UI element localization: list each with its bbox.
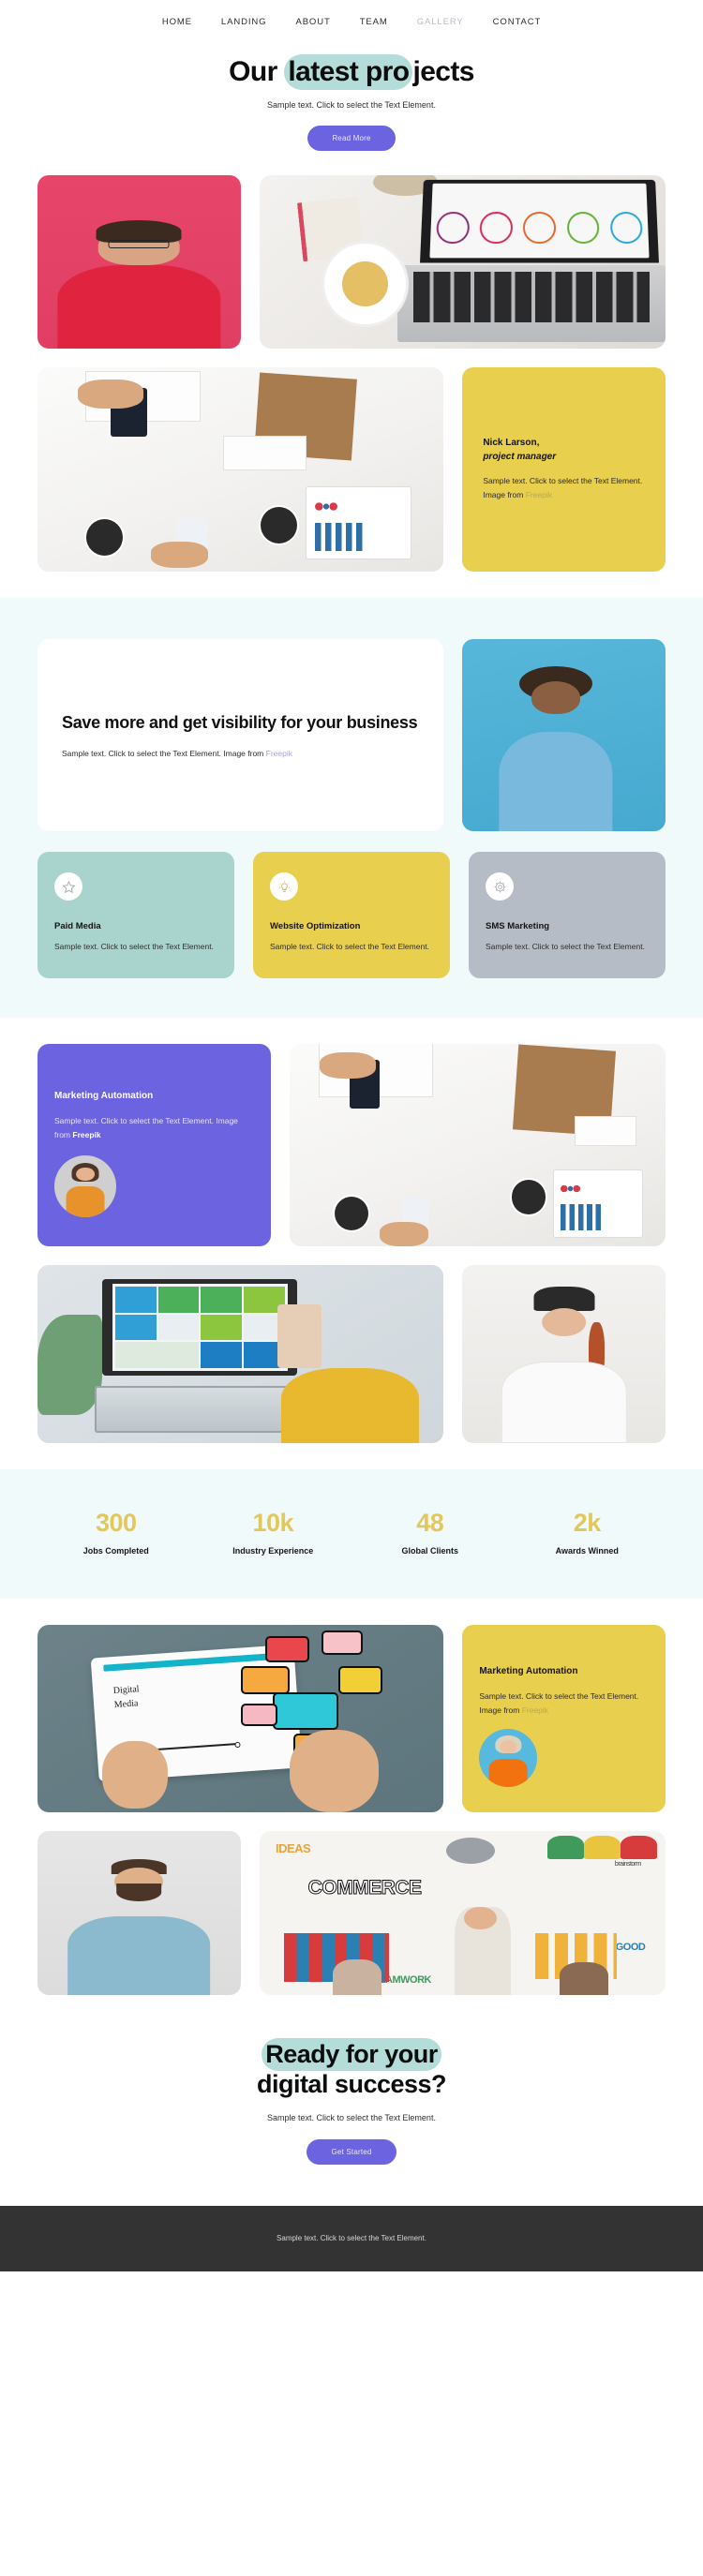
- gallery-two-row-2: [37, 1265, 666, 1444]
- save-more-title: Save more and get visibility for your bu…: [62, 713, 418, 733]
- freepik-link[interactable]: Freepik: [526, 490, 552, 499]
- gallery-three: Digital Media Marketing Automation Sampl…: [0, 1625, 703, 1996]
- main-navigation: HOME LANDING ABOUT TEAM GALLERY CONTACT: [0, 0, 703, 43]
- feature-body: Sample text. Click to select the Text El…: [486, 942, 645, 952]
- image-commerce-whiteboard[interactable]: IDEAS COMMERCE TEAMWORK GOOD brainstorm: [259, 1831, 666, 1996]
- spacer-3: [0, 1443, 703, 1470]
- feature-card-website-optimization[interactable]: Website Optimization Sample text. Click …: [253, 852, 450, 979]
- footer-text: Sample text. Click to select the Text El…: [277, 2234, 426, 2243]
- feature-body: Sample text. Click to select the Text El…: [54, 942, 214, 952]
- image-team-desk-overhead-2[interactable]: [290, 1044, 666, 1247]
- ma2-title: Marketing Automation: [479, 1666, 578, 1677]
- cta-title-line2: digital success?: [256, 2069, 447, 2098]
- avatar: [54, 1154, 116, 1217]
- nick-body: Sample text. Click to select the Text El…: [483, 476, 643, 500]
- image-team-desk-overhead[interactable]: [37, 367, 444, 573]
- hero-title-highlight: latest pro: [284, 54, 413, 90]
- footer: Sample text. Click to select the Text El…: [0, 2205, 703, 2271]
- feature-card-sms-marketing[interactable]: SMS Marketing Sample text. Click to sele…: [469, 852, 666, 979]
- stats-section: 300 Jobs Completed 10k Industry Experien…: [0, 1469, 703, 1600]
- hero-title-pre: Our: [229, 56, 285, 87]
- image-laptop-marketing[interactable]: [259, 175, 666, 350]
- freepik-link[interactable]: Freepik: [522, 1705, 548, 1715]
- spacer-4: [0, 1599, 703, 1626]
- stat-label: Awards Winned: [555, 1546, 619, 1556]
- features-grid: Paid Media Sample text. Click to select …: [37, 852, 666, 979]
- lightbulb-icon: [270, 872, 298, 901]
- ma-title: Marketing Automation: [54, 1091, 154, 1102]
- nick-name: Nick Larson,: [483, 438, 540, 449]
- stat-value: 2k: [573, 1509, 602, 1538]
- cta-title-highlight: Ready for your: [262, 2038, 441, 2072]
- gallery-three-row-2: IDEAS COMMERCE TEAMWORK GOOD brainstorm: [37, 1831, 666, 1996]
- spacer-2: [0, 1018, 703, 1045]
- image-woman-blue-turtleneck[interactable]: [462, 639, 666, 832]
- stat-industry-experience: 10k Industry Experience: [195, 1509, 352, 1556]
- stat-value: 300: [95, 1509, 137, 1538]
- stat-value: 10k: [252, 1509, 294, 1538]
- gallery-two-row-1: Marketing Automation Sample text. Click …: [37, 1044, 666, 1247]
- get-started-button[interactable]: Get Started: [307, 2138, 396, 2165]
- whiteboard-word-commerce: COMMERCE: [307, 1877, 422, 1899]
- image-bearded-man[interactable]: [37, 1831, 241, 1996]
- stat-label: Jobs Completed: [82, 1546, 149, 1556]
- image-laptop-dashboard[interactable]: [37, 1265, 444, 1444]
- feature-title: Website Optimization: [270, 921, 361, 932]
- freepik-link[interactable]: Freepik: [72, 1130, 100, 1139]
- avatar: [479, 1728, 538, 1787]
- gallery-one-row-1: [37, 175, 666, 350]
- save-more-body: Sample text. Click to select the Text El…: [62, 749, 266, 759]
- stat-label: Global Clients: [401, 1546, 458, 1556]
- whiteboard-word-ideas: IDEAS: [275, 1840, 311, 1855]
- feature-title: Paid Media: [54, 921, 101, 932]
- cta-subtitle: Sample text. Click to select the Text El…: [267, 2112, 436, 2122]
- nick-role: project manager: [483, 451, 557, 462]
- feature-body: Sample text. Click to select the Text El…: [270, 942, 429, 952]
- save-more-card: Save more and get visibility for your bu…: [37, 639, 444, 832]
- feature-title: SMS Marketing: [486, 921, 550, 932]
- page-title: Our latest pro jects: [0, 54, 703, 90]
- stat-jobs-completed: 300 Jobs Completed: [37, 1509, 195, 1556]
- gallery-two: Marketing Automation Sample text. Click …: [0, 1044, 703, 1444]
- stat-label: Industry Experience: [232, 1546, 314, 1556]
- nav-item-team[interactable]: TEAM: [360, 17, 388, 27]
- nav-item-about[interactable]: ABOUT: [295, 17, 330, 27]
- stat-awards-winned: 2k Awards Winned: [509, 1509, 666, 1556]
- spacer-1: [0, 572, 703, 599]
- gallery-three-row-1: Digital Media Marketing Automation Sampl…: [37, 1625, 666, 1813]
- nav-item-contact[interactable]: CONTACT: [493, 17, 542, 27]
- hero-section: Our latest pro jects Sample text. Click t…: [0, 43, 703, 176]
- freepik-link[interactable]: Freepik: [266, 749, 292, 758]
- gallery-one: Nick Larson, project manager Sample text…: [0, 175, 703, 573]
- card-nick-larson[interactable]: Nick Larson, project manager Sample text…: [462, 367, 666, 573]
- star-icon: [54, 872, 82, 901]
- cta-title: Ready for your digital success?: [0, 2038, 703, 2100]
- whiteboard-word-brainstorm: brainstorm: [614, 1860, 642, 1868]
- save-more-row: Save more and get visibility for your bu…: [37, 639, 666, 832]
- stat-global-clients: 48 Global Clients: [352, 1509, 509, 1556]
- hero-subtitle: Sample text. Click to select the Text El…: [267, 100, 436, 111]
- nav-item-landing[interactable]: LANDING: [221, 17, 267, 27]
- cta-section: Ready for your digital success? Sample te…: [0, 1995, 703, 2206]
- stat-value: 48: [416, 1509, 444, 1538]
- nav-item-home[interactable]: HOME: [162, 17, 192, 27]
- nav-item-gallery[interactable]: GALLERY: [417, 17, 464, 27]
- ma2-body: Sample text. Click to select the Text El…: [479, 1690, 639, 1715]
- image-woman-beanie[interactable]: [462, 1265, 666, 1444]
- image-man-red-sweater[interactable]: [37, 175, 241, 350]
- card-marketing-automation-yellow[interactable]: Marketing Automation Sample text. Click …: [462, 1625, 666, 1813]
- card-marketing-automation-purple[interactable]: Marketing Automation Sample text. Click …: [37, 1044, 272, 1247]
- gallery-one-row-2: Nick Larson, project manager Sample text…: [37, 367, 666, 573]
- gear-icon: [486, 872, 514, 901]
- save-more-section: Save more and get visibility for your bu…: [0, 598, 703, 1019]
- feature-card-paid-media[interactable]: Paid Media Sample text. Click to select …: [37, 852, 234, 979]
- whiteboard-word-good: GOOD: [615, 1941, 646, 1953]
- image-digital-media-tablet[interactable]: Digital Media: [37, 1625, 444, 1813]
- read-more-button[interactable]: Read More: [307, 126, 396, 152]
- hero-title-post: jects: [412, 56, 474, 87]
